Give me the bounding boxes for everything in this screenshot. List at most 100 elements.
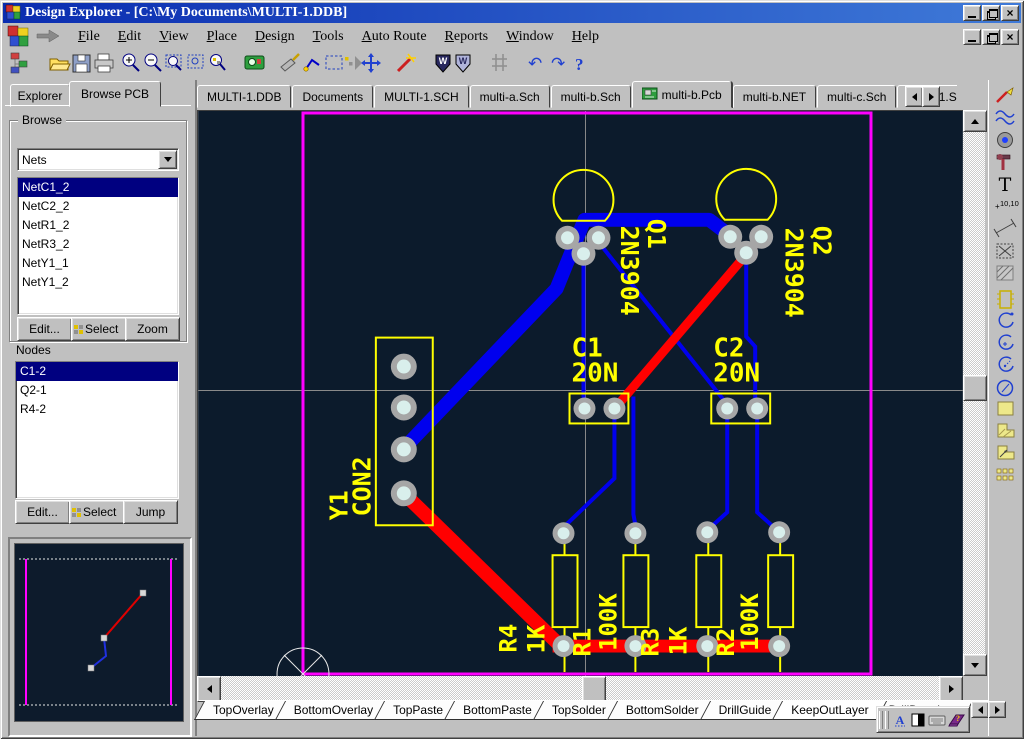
redo-icon[interactable]: ↷ [551,54,565,74]
tab-browse-pcb[interactable]: Browse PCB [69,81,161,107]
place-pad-array-icon[interactable] [997,469,1013,480]
layer-tab[interactable]: BottomOverlay [280,701,387,720]
list-item-net[interactable]: NetR3_2 [18,235,178,254]
open-document-icon[interactable] [50,59,70,70]
doc-tab[interactable]: multi-b.Sch [551,85,631,108]
move-object-icon[interactable] [361,53,381,73]
menu-view[interactable]: View [150,27,198,47]
menu-reports[interactable]: Reports [436,27,498,47]
doc-tab-active[interactable]: multi-b.Pcb [632,81,732,108]
unroute-net-icon[interactable]: W [456,55,470,72]
menu-place[interactable]: Place [198,27,246,47]
doc-tab[interactable]: multi-c.Sch [817,85,896,108]
close-icon[interactable]: × [1001,5,1019,21]
scroll-up-icon[interactable] [963,110,987,132]
scroll-left-icon[interactable] [197,676,221,702]
vertical-scroll-thumb[interactable] [963,375,987,401]
title-bar[interactable]: Design Explorer - [C:\My Documents\MULTI… [3,3,1021,23]
help-icon[interactable]: ? [575,55,584,74]
layer-tab[interactable]: BottomPaste [449,701,546,720]
net-select-button[interactable]: Select [71,317,128,341]
wizard-icon[interactable] [398,54,416,71]
scroll-right-icon[interactable] [939,676,963,702]
menu-edit[interactable]: Edit [109,27,150,47]
list-item-net[interactable]: NetY1_2 [18,273,178,292]
horizontal-scrollbar[interactable] [197,676,963,700]
net-zoom-button[interactable]: Zoom [125,317,180,341]
combo-dropdown-icon[interactable] [158,150,177,169]
print-icon[interactable] [95,54,113,72]
place-pad-icon[interactable] [998,133,1013,148]
menu-window[interactable]: Window [497,27,563,47]
net-edit-button[interactable]: Edit... [17,317,72,341]
place-full-circle-icon[interactable] [998,381,1013,396]
shortcut-keys-icon[interactable] [928,710,946,730]
pcb-canvas[interactable]: Q1 2N3904 Q2 2N3904 C1 20N C2 20N Y1 CON… [197,110,963,676]
nodes-list[interactable]: C1-2 Q2-1 R4-2 [15,361,179,499]
doc-tab[interactable]: multi-b.NET [733,85,816,108]
layer-tab-active[interactable]: KeepOutLayer [777,701,882,720]
list-item-net[interactable]: NetR1_2 [18,216,178,235]
place-polygon-plane-icon[interactable] [998,424,1014,437]
doc-tab[interactable]: MULTI-1.SCH [374,85,468,108]
set-origin-icon[interactable] [997,244,1013,258]
app-logo-icon[interactable] [7,25,29,50]
vertical-scrollbar[interactable] [963,110,985,676]
list-item-net[interactable]: NetC1_2 [18,178,178,197]
zoom-point-icon[interactable] [211,55,226,71]
mdi-close-icon[interactable]: × [1001,29,1019,45]
minimize-icon[interactable] [963,5,981,21]
browse-mode-select[interactable]: Nets [17,148,179,171]
doc-tab[interactable]: multi-a.Sch [470,85,550,108]
menu-auto-route[interactable]: Auto Route [353,27,436,47]
place-coordinate-icon[interactable]: + 10,10 [995,199,1019,211]
zoom-in-icon[interactable] [123,54,139,71]
nets-list[interactable]: NetC1_2 NetC2_2 NetR1_2 NetR3_2 NetY1_1 … [17,177,179,315]
list-item-net[interactable]: NetC2_2 [18,197,178,216]
layer-tab[interactable]: TopOverlay [199,701,288,720]
mdi-minimize-icon[interactable] [963,29,981,45]
place-component-icon[interactable] [997,291,1014,308]
list-item-node[interactable]: R4-2 [16,400,178,419]
place-arc-edge-icon[interactable] [999,313,1013,328]
place-dimension-icon[interactable] [994,219,1016,237]
zoom-window-icon[interactable] [166,55,181,70]
toggle-grid-icon[interactable] [492,54,507,71]
doc-tab[interactable]: MULTI-1.DDB [197,85,291,108]
place-arc-center-icon[interactable] [999,335,1013,349]
place-fill-hatched-icon[interactable] [997,266,1013,280]
move-selection-icon[interactable] [345,56,362,70]
select-area-icon[interactable] [326,56,342,69]
save-document-icon[interactable] [73,55,90,72]
undo-icon[interactable]: ↶ [528,54,542,74]
help-book-icon[interactable]: ? [948,710,966,730]
node-edit-button[interactable]: Edit... [15,500,70,524]
place-track-icon[interactable] [997,88,1013,102]
cross-probe-icon[interactable] [245,56,264,69]
toolbar-grip[interactable] [879,711,883,729]
fill-contrast-icon[interactable] [910,710,926,730]
zoom-out-icon[interactable] [145,54,161,71]
doc-tabs-scroll-right-icon[interactable] [922,86,940,107]
horizontal-scroll-thumb[interactable] [582,676,606,702]
place-wave-icon[interactable] [996,111,1014,124]
list-item-node[interactable]: Q2-1 [16,381,178,400]
system-menu-arrow-icon[interactable] [35,29,61,46]
floating-mini-toolbar[interactable]: A ? [876,706,970,733]
layer-tab[interactable]: BottomSolder [612,701,713,720]
mdi-restore-icon[interactable] [982,29,1000,45]
menu-file[interactable]: File [69,27,109,47]
scroll-down-icon[interactable] [963,654,987,676]
place-fill-icon[interactable] [998,402,1013,415]
menu-design[interactable]: Design [246,27,304,47]
deselect-all-icon[interactable] [281,54,299,71]
node-jump-button[interactable]: Jump [123,500,178,524]
list-item-node[interactable]: C1-2 [16,362,178,381]
unroute-all-icon[interactable]: W [436,55,450,72]
layer-tabs-scroll-left-icon[interactable] [971,701,989,718]
design-manager-icon[interactable] [11,53,27,73]
restore-icon[interactable] [982,5,1000,21]
zoom-document-icon[interactable] [188,55,203,68]
minimap[interactable] [14,543,184,722]
node-select-button[interactable]: Select [69,500,126,524]
